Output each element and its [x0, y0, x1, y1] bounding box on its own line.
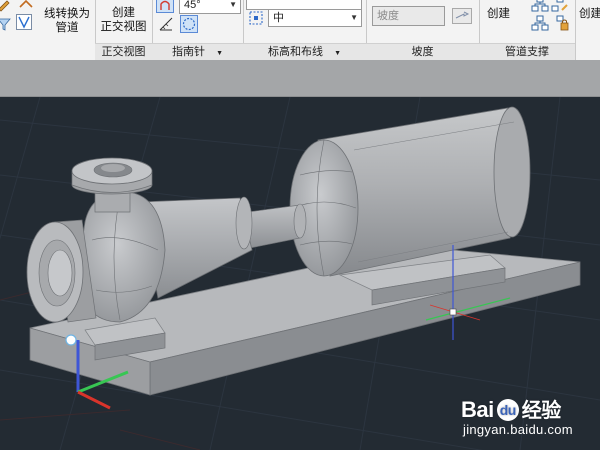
angle-dropdown[interactable]: 45° ▼ [179, 0, 241, 14]
panel-elevation: 中 ▼ 标高和布线 ▼ [243, 0, 367, 60]
panel-menu-arrow-icon: ▼ [334, 50, 341, 57]
create-support-button[interactable]: 创建 [487, 7, 510, 21]
create-button-truncated[interactable]: 创建 [579, 7, 600, 21]
pencil-icon[interactable] [0, 0, 12, 12]
panel-title-elevation[interactable]: 标高和布线 ▼ [243, 43, 366, 60]
support-lock-icon[interactable] [551, 15, 569, 31]
panel-pipe-support: 创建 管道支撑 [479, 0, 576, 60]
panel-title-ortho: 正交视图 [95, 43, 152, 60]
chevron-down-icon: ▼ [350, 13, 358, 22]
circle-snap-icon[interactable] [180, 15, 198, 33]
angle-tool-icon[interactable] [158, 16, 174, 32]
panel-title-slope: 坡度 [366, 43, 479, 60]
ucs-origin-marker [65, 334, 77, 346]
panel-title-compass[interactable]: 指南针 ▼ [152, 43, 243, 60]
filter-icon[interactable] [0, 16, 12, 32]
paw-icon: du [496, 399, 519, 421]
support-tree-icon[interactable] [531, 0, 549, 12]
panel-truncated: 创建 [575, 0, 600, 60]
panel-title-pipe-support: 管道支撑 [479, 43, 575, 60]
panel-ortho: 创建 正交视图 正交视图 [95, 0, 153, 60]
motor-cylinder [289, 106, 531, 277]
panel-compass: 45° ▼ 指南针 ▼ [152, 0, 244, 60]
panel-convert: 线转换为 管道 [0, 0, 96, 60]
baidu-jingyan-watermark: Bai du 经验 jingyan.baidu.com [457, 390, 597, 445]
ribbon: 线转换为 管道 创建 正交视图 正交视图 45° ▼ 指南针 ▼ 中 ▼ 标高和… [0, 0, 600, 61]
elevation-dropdown[interactable]: 中 ▼ [268, 9, 362, 27]
compass-toggle-icon[interactable] [156, 0, 174, 13]
create-ortho-view-button[interactable]: 创建 正交视图 [95, 6, 152, 34]
route-icon[interactable] [18, 0, 34, 13]
panel-menu-arrow-icon: ▼ [216, 50, 223, 57]
chevron-down-icon: ▼ [229, 0, 237, 9]
watermark-logo: Bai du 经验 [461, 397, 561, 422]
slope-input[interactable]: 坡度 [372, 6, 445, 26]
slope-arrow-icon[interactable] [452, 8, 472, 24]
panel-slope: 坡度 坡度 [366, 0, 480, 60]
elevation-icon[interactable] [248, 10, 264, 26]
funnel-icon[interactable] [16, 14, 32, 30]
model-viewport[interactable]: Bai du 经验 jingyan.baidu.com [0, 97, 600, 450]
support-edit-icon[interactable] [551, 0, 568, 12]
watermark-url: jingyan.baidu.com [463, 422, 573, 437]
tab-strip [0, 60, 600, 97]
support-add-icon[interactable] [531, 15, 549, 31]
convert-to-pipe-button[interactable]: 线转换为 管道 [42, 7, 92, 35]
ucs-x-axis [77, 390, 111, 410]
